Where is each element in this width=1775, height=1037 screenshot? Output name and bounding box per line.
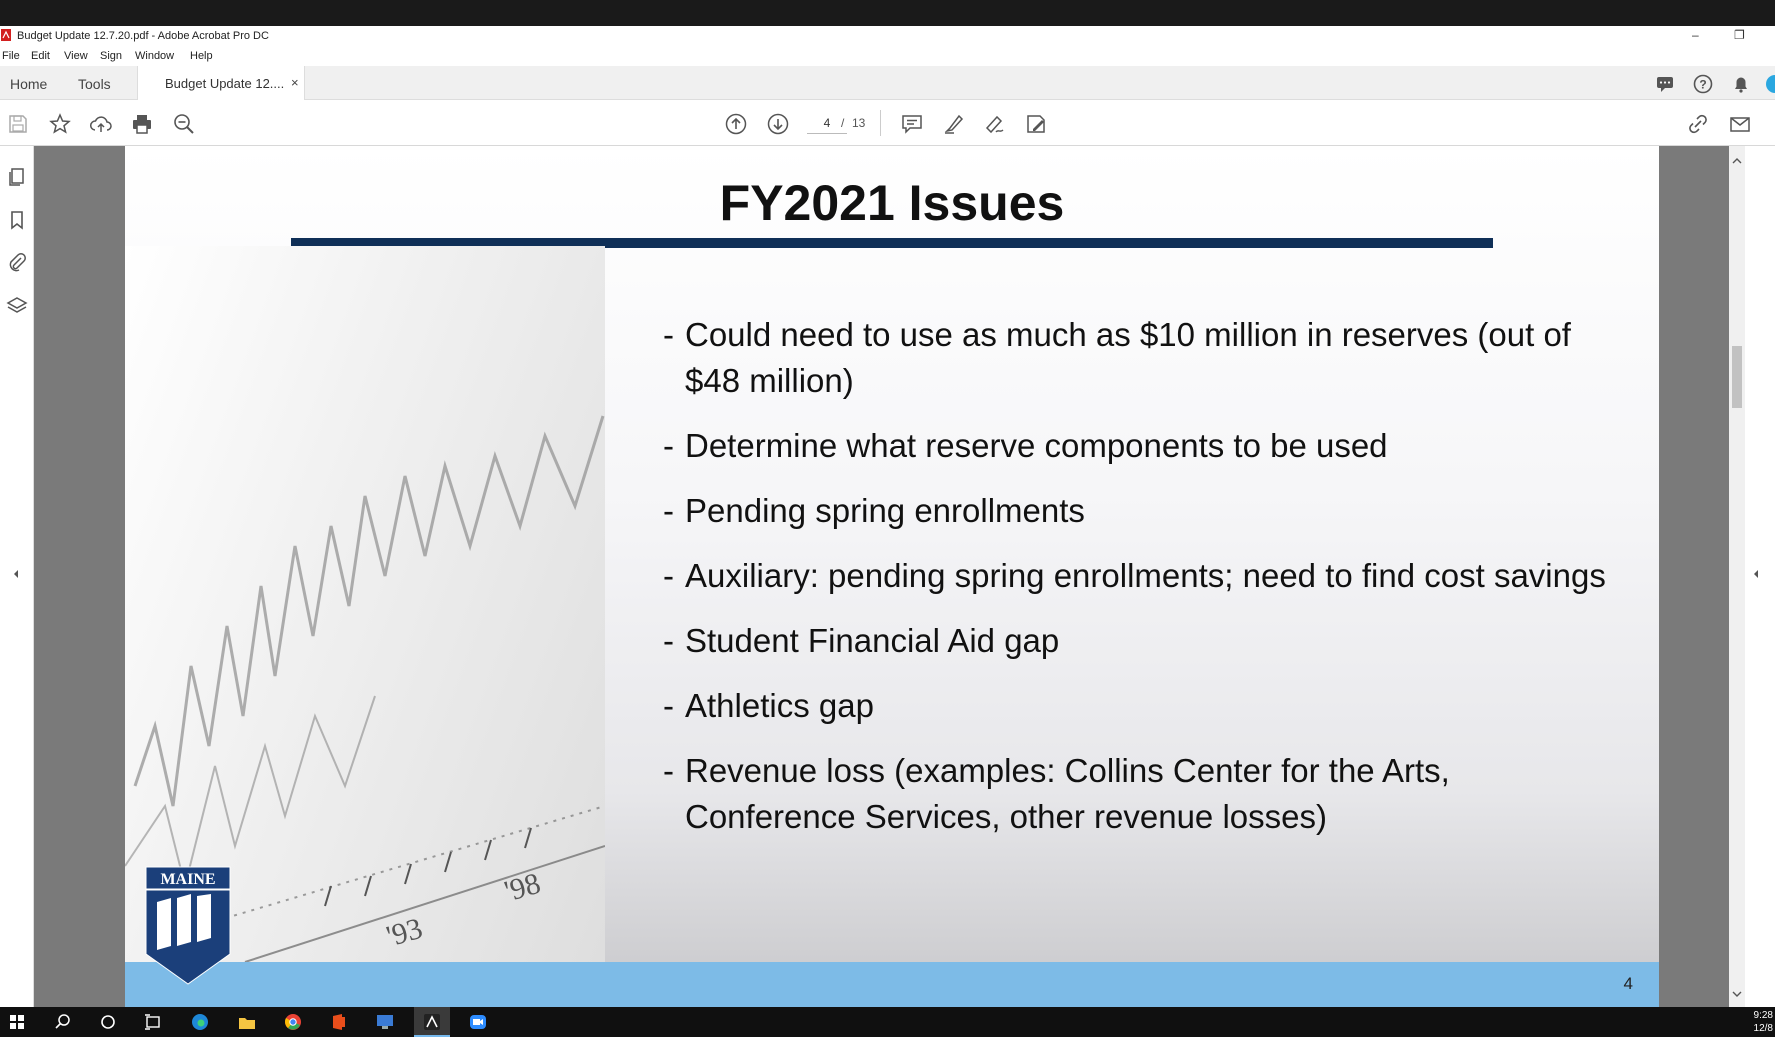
bullet-dash: - (663, 752, 674, 789)
task-view-icon[interactable] (142, 1011, 164, 1033)
logo-text: MAINE (160, 871, 215, 888)
scrollbar-thumb[interactable] (1732, 346, 1742, 408)
office-icon[interactable] (328, 1011, 350, 1033)
bullet-dash: - (663, 427, 674, 464)
highlight-pen-icon[interactable] (942, 112, 966, 136)
chrome-browser-icon[interactable] (282, 1011, 304, 1033)
zoom-app-icon[interactable] (467, 1011, 489, 1033)
search-icon[interactable] (52, 1011, 74, 1033)
menu-help[interactable]: Help (190, 50, 213, 62)
attachments-icon[interactable] (6, 251, 28, 273)
bullet-text: Pending spring enrollments (685, 492, 1085, 529)
tab-bar: Home Tools Budget Update 12.... × ? (0, 66, 1775, 100)
bullet-text: Could need to use as much as $10 million… (685, 316, 1571, 399)
slide-page: FY2021 Issues '93 '98 - Could need to use… (125, 146, 1659, 1007)
page-thumbnails-icon[interactable] (6, 166, 28, 188)
menu-view[interactable]: View (64, 50, 88, 62)
bullet-dash: - (663, 622, 674, 659)
bullet-text: Student Financial Aid gap (685, 622, 1060, 659)
window-titlebar: Budget Update 12.7.20.pdf - Adobe Acroba… (0, 26, 1775, 46)
scroll-up-arrow-icon[interactable] (1732, 156, 1742, 166)
help-icon[interactable]: ? (1692, 73, 1714, 95)
bullet-item: - Determine what reserve components to be… (663, 423, 1623, 469)
bullet-text: Athletics gap (685, 687, 874, 724)
cloud-upload-icon[interactable] (89, 112, 113, 136)
collapse-left-pane-icon[interactable] (10, 566, 22, 582)
close-tab-icon[interactable]: × (291, 75, 299, 90)
page-separator: / (841, 116, 845, 130)
system-clock[interactable]: 9:28 12/8 (1754, 1009, 1773, 1035)
bullet-item: - Student Financial Aid gap (663, 618, 1623, 664)
taskbar-acrobat-active[interactable] (414, 1007, 450, 1037)
windows-start-icon[interactable] (6, 1011, 28, 1033)
menu-edit[interactable]: Edit (31, 50, 50, 62)
account-avatar[interactable] (1764, 73, 1775, 95)
bullet-item: - Could need to use as much as $10 millio… (663, 312, 1623, 404)
bullet-dash: - (663, 557, 674, 594)
screen-top-bar (0, 0, 1775, 26)
stock-chart-photo: '93 '98 (125, 246, 605, 962)
bullet-item: - Revenue loss (examples: Collins Center … (663, 748, 1623, 840)
acrobat-taskbar-icon (424, 1014, 440, 1030)
clock-date: 12/8 (1753, 1023, 1773, 1034)
print-icon[interactable] (130, 112, 154, 136)
minimize-button[interactable]: – (1692, 28, 1699, 42)
zoom-out-icon[interactable] (172, 112, 196, 136)
acrobat-app-icon (1, 29, 11, 41)
windows-taskbar: 9:28 12/8 (0, 1007, 1775, 1037)
share-link-icon[interactable] (1686, 112, 1710, 136)
slide-title: FY2021 Issues (719, 175, 1065, 231)
vertical-scrollbar[interactable] (1729, 146, 1745, 1007)
email-icon[interactable] (1728, 112, 1752, 136)
document-tab-label: Budget Update 12.... (165, 76, 285, 91)
scroll-down-arrow-icon[interactable] (1732, 989, 1742, 999)
tab-tools[interactable]: Tools (78, 76, 111, 92)
save-icon[interactable] (6, 112, 30, 136)
cortana-icon[interactable] (97, 1011, 119, 1033)
remote-desktop-icon[interactable] (374, 1011, 396, 1033)
menu-window[interactable]: Window (135, 50, 174, 62)
bookmark-star-icon[interactable] (48, 112, 72, 136)
restore-button[interactable]: ❐ (1734, 28, 1745, 42)
clock-time: 9:28 (1753, 1010, 1773, 1021)
toolbar-divider (880, 110, 881, 136)
expand-right-pane-icon[interactable] (1750, 566, 1762, 582)
next-page-icon[interactable] (766, 112, 790, 136)
previous-page-icon[interactable] (724, 112, 748, 136)
menu-sign[interactable]: Sign (100, 50, 122, 62)
bullet-text: Revenue loss (examples: Collins Center f… (685, 752, 1450, 835)
photo-chart-lines (125, 415, 605, 962)
bullet-list: - Could need to use as much as $10 millio… (663, 312, 1623, 859)
left-navigation-pane (0, 146, 34, 1007)
layers-icon[interactable] (6, 295, 28, 317)
bullet-dash: - (663, 316, 674, 353)
bullet-dash: - (663, 492, 674, 529)
bullet-dash: - (663, 687, 674, 724)
menu-bar: File Edit View Sign Window Help (0, 46, 1775, 66)
tab-document[interactable]: Budget Update 12.... × (137, 66, 305, 100)
bullet-item: - Auxiliary: pending spring enrollments; … (663, 553, 1623, 599)
tab-home[interactable]: Home (10, 76, 47, 92)
main-toolbar: 4 / 13 (0, 100, 1775, 146)
bullet-item: - Pending spring enrollments (663, 488, 1623, 534)
notification-bell-icon[interactable] (1730, 73, 1752, 95)
bookmarks-icon[interactable] (6, 209, 28, 231)
bullet-text: Auxiliary: pending spring enrollments; n… (685, 557, 1606, 594)
window-title: Budget Update 12.7.20.pdf - Adobe Acroba… (17, 30, 269, 42)
slide-footer-band: 4 (125, 962, 1659, 1007)
bullet-text: Determine what reserve components to be … (685, 427, 1388, 464)
bullet-item: - Athletics gap (663, 683, 1623, 729)
add-comment-icon[interactable] (900, 112, 924, 136)
comment-icon[interactable] (1654, 73, 1676, 95)
slide-page-number: 4 (1623, 974, 1633, 993)
file-explorer-icon[interactable] (236, 1011, 258, 1033)
total-pages: 13 (852, 116, 866, 130)
edit-pdf-icon[interactable] (1024, 112, 1048, 136)
menu-file[interactable]: File (2, 50, 20, 62)
university-of-maine-logo: MAINE (145, 866, 231, 985)
svg-text:?: ? (1699, 78, 1706, 92)
edge-browser-icon[interactable] (189, 1011, 211, 1033)
sign-icon[interactable] (983, 112, 1007, 136)
